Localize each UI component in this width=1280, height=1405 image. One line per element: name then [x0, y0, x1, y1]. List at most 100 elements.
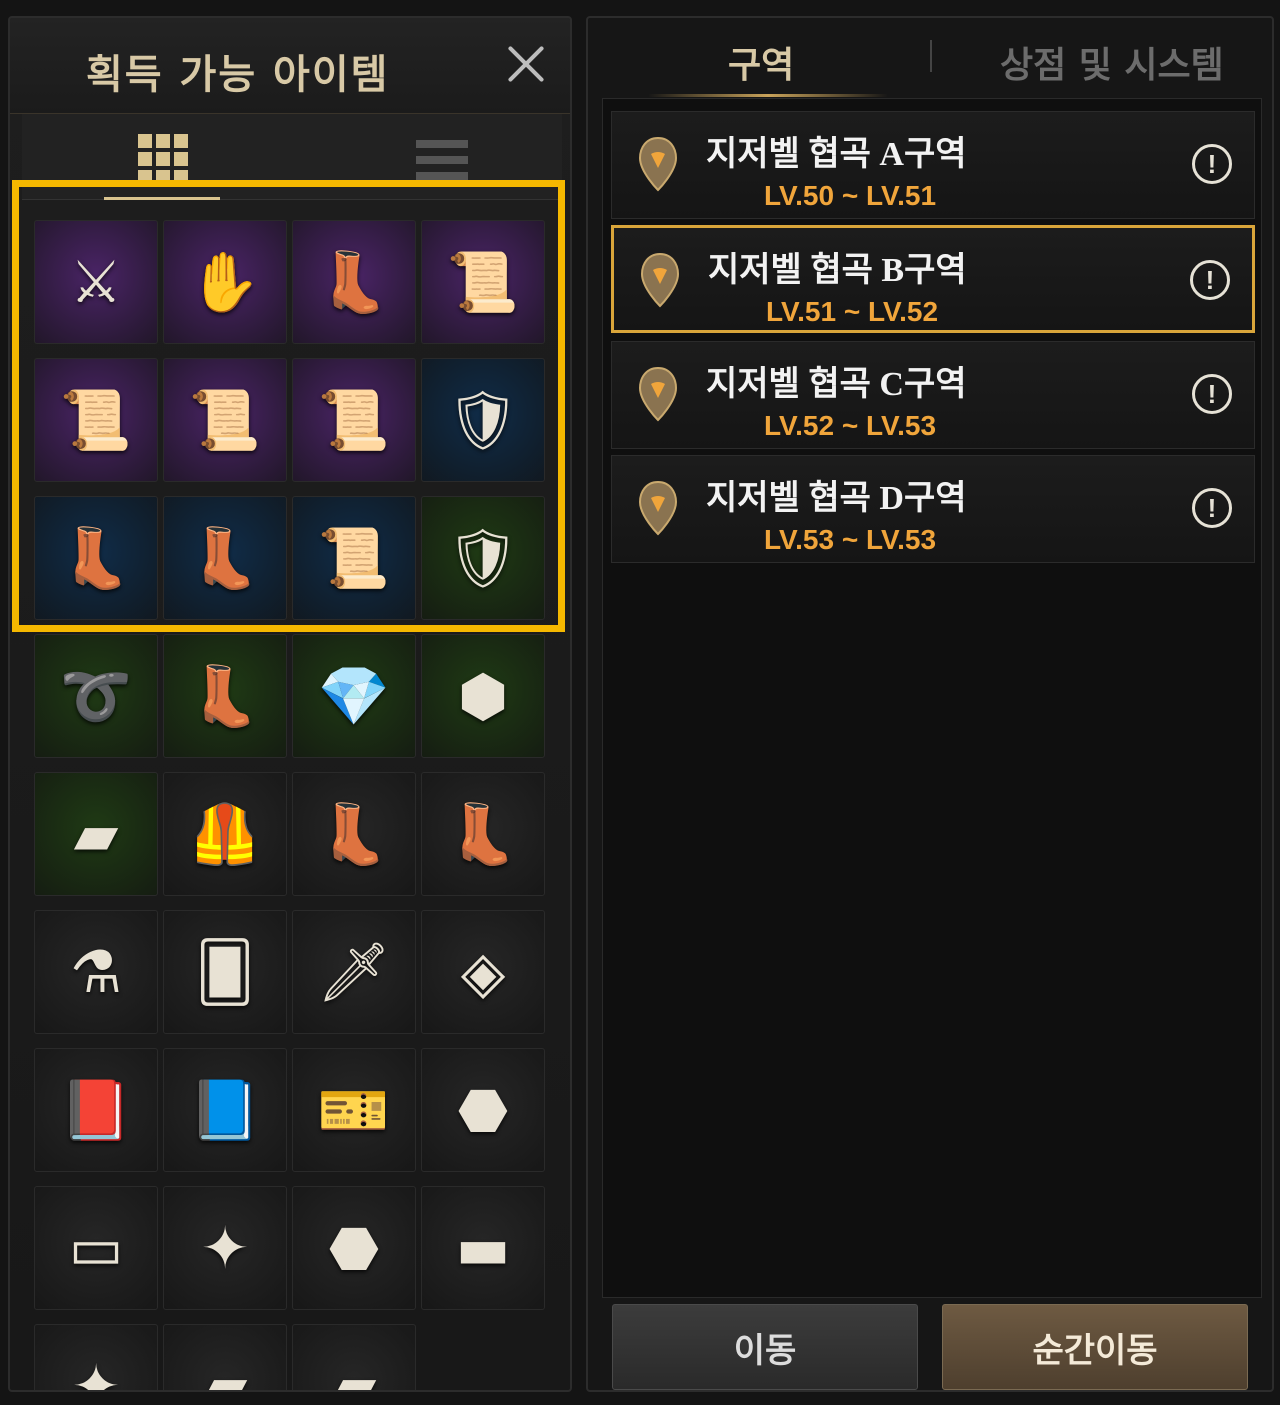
item-slot-ore[interactable]: ⬣	[421, 1048, 545, 1172]
item-slot-recipe-scroll-2[interactable]: 📜	[292, 496, 416, 620]
item-slot-belt[interactable]: ➰	[34, 634, 158, 758]
iron-ore-icon: ⬣	[328, 1214, 380, 1282]
item-slot-iron-ore[interactable]: ⬣	[292, 1186, 416, 1310]
close-icon[interactable]	[504, 42, 548, 86]
item-slot-ingots[interactable]: ▰	[34, 772, 158, 896]
item-slot-green-boots[interactable]: 👢	[292, 772, 416, 896]
item-slot-green-ore[interactable]: ✦	[34, 1324, 158, 1392]
red-book-icon: 📕	[59, 1076, 133, 1144]
tab-divider	[930, 40, 932, 72]
item-slot-crystal[interactable]: 💎	[292, 634, 416, 758]
tab-zone[interactable]: 구역	[728, 36, 794, 88]
leather-gloves-icon: ✋	[188, 248, 262, 316]
item-slot-leather-gloves[interactable]: ✋	[163, 220, 287, 344]
item-slot-sword-blueprint[interactable]: 📜	[34, 358, 158, 482]
item-slot-tarot-card[interactable]: 🂠	[163, 910, 287, 1034]
silver-ore-chunk-icon: ✦	[200, 1214, 250, 1282]
list-view-icon[interactable]	[412, 128, 472, 188]
sword-rune-icon: 🗡	[317, 938, 391, 1006]
silver-ingot-icon: ▰	[331, 1352, 377, 1392]
ticket-icon: 🎫	[317, 1076, 391, 1144]
item-slot-sword-rune[interactable]: 🗡	[292, 910, 416, 1034]
item-slot-helmet-blueprint[interactable]: 📜	[163, 358, 287, 482]
necklace-rune-icon: ◈	[460, 938, 506, 1006]
item-slot-silver-ingot[interactable]: ▰	[292, 1324, 416, 1392]
zone-item[interactable]: 지저벨 협곡 C구역 LV.52 ~ LV.53!	[611, 341, 1255, 449]
tab-shop-system[interactable]: 상점 및 시스템	[1000, 36, 1224, 88]
necklace-blueprint-icon: 📜	[317, 386, 391, 454]
brown-boots-icon: 👢	[446, 800, 520, 868]
tab-active-indicator	[648, 94, 888, 97]
items-panel: 획득 가능 아이템 ⚔ ✋ 👢 📜 📜 📜 📜 🛡 👢 👢 📜 🛡 ➰ 👢 💎 ⬢ ▰ 🦺 👢 👢 ⚗ 🂠 🗡 ◈ 📕 📘 🎫 ⬣ ▭ ✦…	[8, 16, 572, 1392]
item-slot-purple-book[interactable]: 📘	[163, 1048, 287, 1172]
teleport-button[interactable]: 순간이동	[942, 1304, 1248, 1390]
zone-item[interactable]: 지저벨 협곡 B구역 LV.51 ~ LV.52!	[611, 225, 1255, 333]
item-slot-red-book[interactable]: 📕	[34, 1048, 158, 1172]
steel-boots-icon: 👢	[317, 248, 391, 316]
red-potion-icon: ⚗	[70, 938, 122, 1006]
zone-name: 지저벨 협곡 D구역	[706, 480, 967, 517]
dice-stone-icon: ⬢	[457, 662, 509, 730]
plate-armor-icon: 🛡	[446, 386, 520, 454]
info-icon[interactable]: !	[1192, 144, 1232, 184]
zone-item[interactable]: 지저벨 협곡 D구역 LV.53 ~ LV.53!	[611, 455, 1255, 563]
zone-name: 지저벨 협곡 B구역	[708, 252, 967, 289]
zone-list: 지저벨 협곡 A구역 LV.50 ~ LV.51! 지저벨 협곡 B구역 LV.51 …	[602, 98, 1262, 1298]
zone-level-range: LV.50 ~ LV.51	[764, 180, 937, 211]
item-slot-dark-armor[interactable]: 🛡	[421, 496, 545, 620]
item-slot-ticket[interactable]: 🎫	[292, 1048, 416, 1172]
item-slot-blue-boots[interactable]: 👢	[163, 496, 287, 620]
item-grid: ⚔ ✋ 👢 📜 📜 📜 📜 🛡 👢 👢 📜 🛡 ➰ 👢 💎 ⬢ ▰ 🦺 👢 👢 ⚗ 🂠 🗡 ◈ 📕 📘 🎫 ⬣ ▭ ✦ ⬣ ▬ ✦ ▰ ▰	[34, 220, 550, 1392]
item-slot-wood-log[interactable]: ▭	[34, 1186, 158, 1310]
ore-icon: ⬣	[457, 1076, 509, 1144]
zone-item[interactable]: 지저벨 협곡 A구역 LV.50 ~ LV.51!	[611, 111, 1255, 219]
item-slot-silver-ore-chunk[interactable]: ✦	[163, 1186, 287, 1310]
purple-book-icon: 📘	[188, 1076, 262, 1144]
item-slot-necklace-rune[interactable]: ◈	[421, 910, 545, 1034]
info-icon[interactable]: !	[1192, 488, 1232, 528]
panel-title: 획득 가능 아이템	[86, 52, 390, 98]
item-slot-plank[interactable]: ▬	[421, 1186, 545, 1310]
item-slot-dice-stone[interactable]: ⬢	[421, 634, 545, 758]
recipe-scroll-icon: 📜	[446, 248, 520, 316]
item-slot-leather-vest[interactable]: 🦺	[163, 772, 287, 896]
sword-blueprint-icon: 📜	[59, 386, 133, 454]
map-pin-icon	[638, 136, 678, 192]
zone-name: 지저벨 협곡 A구역	[706, 136, 967, 173]
item-slot-plate-armor[interactable]: 🛡	[421, 358, 545, 482]
recipe-scroll-2-icon: 📜	[317, 524, 391, 592]
map-pin-icon	[638, 480, 678, 536]
item-slot-recipe-scroll[interactable]: 📜	[421, 220, 545, 344]
plank-icon: ▬	[455, 1214, 511, 1282]
map-pin-icon	[638, 366, 678, 422]
zone-level-range: LV.52 ~ LV.53	[764, 410, 937, 441]
zone-level-range: LV.51 ~ LV.52	[766, 296, 939, 327]
ingots-icon: ▰	[73, 800, 119, 868]
green-ore-icon: ✦	[71, 1352, 121, 1392]
zone-level-range: LV.53 ~ LV.53	[764, 524, 937, 555]
item-slot-copper-ingot[interactable]: ▰	[163, 1324, 287, 1390]
item-slot-brown-boots[interactable]: 👢	[421, 772, 545, 896]
info-icon[interactable]: !	[1192, 374, 1232, 414]
zone-name: 지저벨 협곡 C구역	[706, 366, 967, 403]
item-slot-metal-greaves[interactable]: 👢	[163, 634, 287, 758]
grid-view-icon[interactable]	[104, 128, 220, 200]
dark-armor-icon: 🛡	[446, 524, 520, 592]
items-panel-header: 획득 가능 아이템	[10, 18, 570, 114]
green-boots-icon: 👢	[317, 800, 391, 868]
wood-log-icon: ▭	[68, 1214, 124, 1282]
item-slot-red-potion[interactable]: ⚗	[34, 910, 158, 1034]
move-button[interactable]: 이동	[612, 1304, 918, 1390]
item-slot-necklace-blueprint[interactable]: 📜	[292, 358, 416, 482]
item-slot-leather-boots[interactable]: 👢	[34, 496, 158, 620]
crossbow-icon: ⚔	[70, 248, 122, 316]
leather-vest-icon: 🦺	[188, 800, 262, 868]
belt-icon: ➰	[59, 662, 133, 730]
map-pin-icon	[640, 252, 680, 308]
info-icon[interactable]: !	[1190, 260, 1230, 300]
item-slot-steel-boots[interactable]: 👢	[292, 220, 416, 344]
metal-greaves-icon: 👢	[188, 662, 262, 730]
view-toggle	[22, 114, 562, 200]
item-slot-crossbow[interactable]: ⚔	[34, 220, 158, 344]
crystal-icon: 💎	[317, 662, 391, 730]
